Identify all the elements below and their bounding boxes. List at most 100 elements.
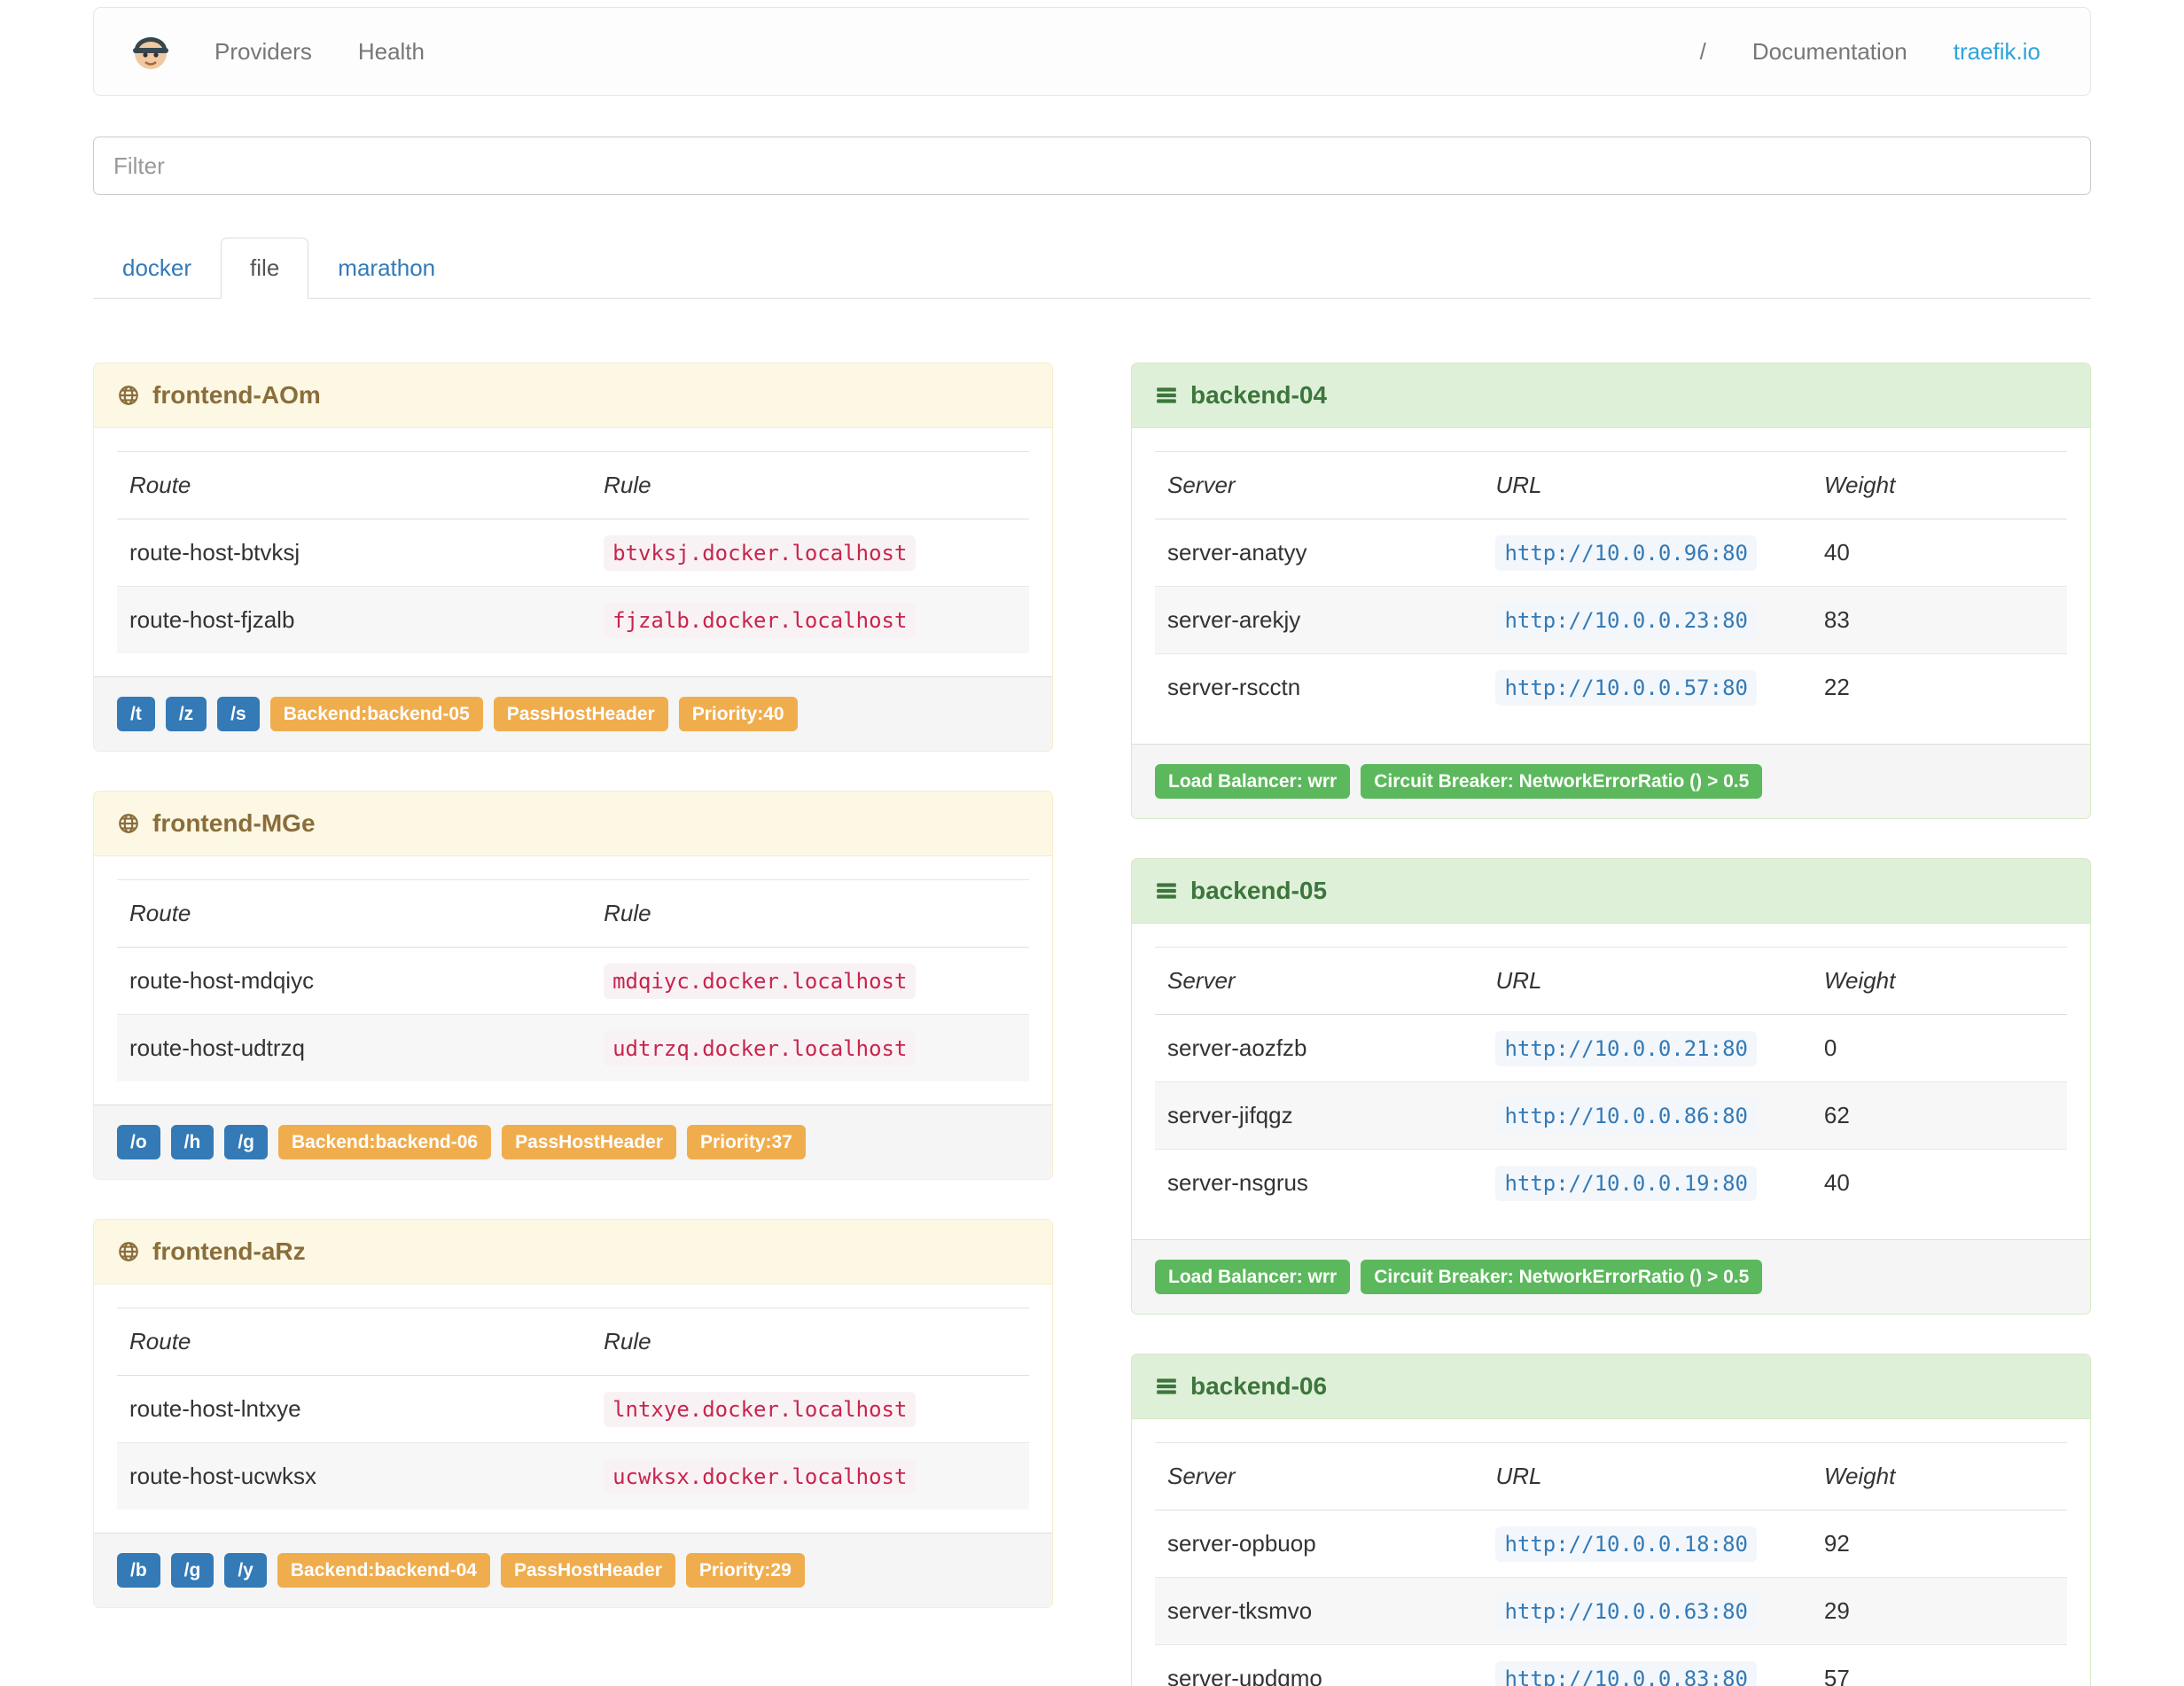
- route-column-header: Route: [117, 1307, 592, 1376]
- server-url: http://10.0.0.86:80: [1495, 1098, 1757, 1134]
- frontends-column: frontend-AOm Route Rule route-host-btvks…: [93, 363, 1053, 1647]
- server-name: server-tksmvo: [1155, 1577, 1484, 1645]
- entrypoint-badge: /y: [224, 1553, 267, 1588]
- server-weight: 22: [1811, 653, 2067, 721]
- backend-card-body: Server URL Weight server-opbuop http://1…: [1132, 1419, 2090, 1686]
- server-column-header: Server: [1155, 451, 1484, 519]
- globe-icon: [117, 812, 140, 835]
- entrypoint-badge: /s: [217, 697, 260, 731]
- route-row: route-host-btvksj btvksj.docker.localhos…: [117, 519, 1029, 587]
- priority-badge: Priority:29: [685, 1553, 805, 1588]
- provider-tabs: docker file marathon: [93, 238, 2091, 299]
- frontend-card-footer: /o /h /g Backend:backend-06 PassHostHead…: [94, 1104, 1052, 1179]
- server-name: server-anatyy: [1167, 539, 1307, 566]
- cards-grid: frontend-AOm Route Rule route-host-btvks…: [93, 363, 2091, 1686]
- server-url: http://10.0.0.57:80: [1495, 670, 1757, 706]
- tab-file[interactable]: file: [221, 238, 309, 299]
- frontend-card-arz: frontend-aRz Route Rule route-host-lntxy…: [93, 1219, 1053, 1608]
- entrypoint-badge: /o: [117, 1125, 160, 1159]
- server-column-header: Server: [1155, 947, 1484, 1015]
- entrypoint-badge: /b: [117, 1553, 160, 1588]
- circuit-breaker-badge: Circuit Breaker: NetworkErrorRatio () > …: [1361, 1260, 1763, 1294]
- route-rule: lntxye.docker.localhost: [604, 1392, 916, 1427]
- route-row: route-host-lntxye lntxye.docker.localhos…: [117, 1376, 1029, 1443]
- server-weight: 83: [1811, 586, 2067, 654]
- backend-card-header: backend-05: [1132, 859, 2090, 924]
- backend-title: backend-05: [1190, 877, 1328, 904]
- passhostheader-badge: PassHostHeader: [502, 1125, 677, 1159]
- filter-input[interactable]: [93, 137, 2091, 195]
- navbar-right: / Documentation traefik.io: [1677, 38, 2063, 66]
- route-name: route-host-mdqiyc: [129, 967, 315, 994]
- url-column-header: URL: [1483, 451, 1812, 519]
- backend-ref-badge: Backend:backend-04: [277, 1553, 490, 1588]
- nav-link-health[interactable]: Health: [335, 38, 448, 66]
- server-weight: 92: [1823, 1530, 1850, 1557]
- globe-icon: [117, 1240, 140, 1263]
- filter-section: [93, 137, 2091, 195]
- frontend-title: frontend-MGe: [152, 809, 316, 837]
- server-row: server-updqmo http://10.0.0.83:80 57: [1155, 1644, 2067, 1686]
- route-rule: ucwksx.docker.localhost: [604, 1459, 916, 1495]
- server-weight: 57: [1811, 1644, 2067, 1686]
- server-list-icon: [1155, 1375, 1178, 1398]
- route-name: route-host-udtrzq: [117, 1014, 592, 1081]
- server-weight: 0: [1823, 1034, 1837, 1061]
- frontend-card-header: frontend-AOm: [94, 363, 1052, 428]
- backend-card-06: backend-06 Server URL Weight server-opbu…: [1131, 1354, 2091, 1686]
- tab-docker[interactable]: docker: [93, 238, 221, 299]
- priority-badge: Priority:37: [687, 1125, 806, 1159]
- server-name: server-rscctn: [1155, 653, 1484, 721]
- entrypoint-badge: /t: [117, 697, 155, 731]
- server-weight: 29: [1811, 1577, 2067, 1645]
- server-row: server-aozfzb http://10.0.0.21:80 0: [1155, 1015, 2067, 1082]
- server-row: server-tksmvo http://10.0.0.63:80 29: [1155, 1577, 2067, 1645]
- server-row: server-opbuop http://10.0.0.18:80 92: [1155, 1510, 2067, 1578]
- page-container: Providers Health / Documentation traefik…: [0, 7, 2184, 1686]
- entrypoint-badge: /z: [165, 697, 207, 731]
- server-weight: 62: [1811, 1081, 2067, 1150]
- nav-link-providers[interactable]: Providers: [191, 38, 335, 66]
- backend-card-footer: Load Balancer: wrr Circuit Breaker: Netw…: [1132, 744, 2090, 818]
- server-weight: 40: [1823, 539, 1850, 566]
- backend-card-body: Server URL Weight server-aozfzb http://1…: [1132, 924, 2090, 1239]
- server-row: server-arekjy http://10.0.0.23:80 83: [1155, 586, 2067, 654]
- server-row: server-jifqgz http://10.0.0.86:80 62: [1155, 1081, 2067, 1150]
- server-url: http://10.0.0.63:80: [1495, 1594, 1757, 1629]
- route-row: route-host-fjzalb fjzalb.docker.localhos…: [117, 586, 1029, 653]
- rule-column-header: Rule: [591, 451, 1029, 519]
- frontend-title: frontend-AOm: [152, 381, 321, 409]
- backend-card-05: backend-05 Server URL Weight server-aozf…: [1131, 858, 2091, 1315]
- route-rule: udtrzq.docker.localhost: [604, 1031, 916, 1066]
- nav-link-traefik-io[interactable]: traefik.io: [1930, 38, 2063, 66]
- server-name: server-jifqgz: [1155, 1081, 1484, 1150]
- server-name: server-updqmo: [1155, 1644, 1484, 1686]
- route-row: route-host-ucwksx ucwksx.docker.localhos…: [117, 1442, 1029, 1510]
- route-column-header: Route: [117, 451, 592, 519]
- server-name: server-nsgrus: [1155, 1149, 1484, 1216]
- frontend-title: frontend-aRz: [152, 1237, 306, 1265]
- passhostheader-badge: PassHostHeader: [493, 697, 668, 731]
- entrypoint-badge: /g: [170, 1553, 214, 1588]
- tab-marathon[interactable]: marathon: [308, 238, 464, 299]
- backend-ref-badge: Backend:backend-05: [269, 697, 483, 731]
- server-name: server-arekjy: [1155, 586, 1484, 654]
- backends-column: backend-04 Server URL Weight server-anat…: [1131, 363, 2091, 1686]
- nav-link-documentation[interactable]: Documentation: [1729, 38, 1930, 66]
- server-row: server-nsgrus http://10.0.0.19:80 40: [1155, 1149, 2067, 1216]
- route-row: route-host-mdqiyc mdqiyc.docker.localhos…: [117, 948, 1029, 1015]
- top-navbar: Providers Health / Documentation traefik…: [93, 7, 2091, 96]
- url-column-header: URL: [1483, 947, 1812, 1015]
- route-rule: mdqiyc.docker.localhost: [604, 964, 916, 999]
- load-balancer-badge: Load Balancer: wrr: [1155, 764, 1351, 799]
- server-column-header: Server: [1155, 1442, 1484, 1510]
- server-url: http://10.0.0.18:80: [1495, 1526, 1757, 1562]
- backend-card-header: backend-06: [1132, 1354, 2090, 1419]
- frontend-card-footer: /t /z /s Backend:backend-05 PassHostHead…: [94, 676, 1052, 751]
- backend-title: backend-04: [1190, 381, 1328, 409]
- server-url: http://10.0.0.21:80: [1495, 1031, 1757, 1066]
- circuit-breaker-badge: Circuit Breaker: NetworkErrorRatio () > …: [1361, 764, 1763, 799]
- globe-icon: [117, 384, 140, 407]
- backend-title: backend-06: [1190, 1372, 1328, 1400]
- route-name: route-host-ucwksx: [117, 1442, 592, 1510]
